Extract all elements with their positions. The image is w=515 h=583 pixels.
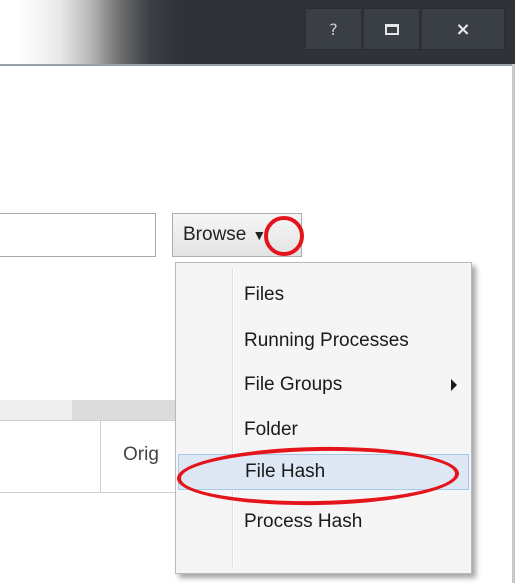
menu-item-file-groups[interactable]: File Groups: [178, 367, 469, 403]
maximize-button[interactable]: [363, 8, 420, 50]
maximize-icon: [384, 23, 399, 35]
help-icon: ?: [329, 19, 338, 39]
browse-dropdown-menu: Files Running Processes File Groups Fold…: [175, 262, 472, 574]
grid-column-header[interactable]: Orig: [123, 444, 178, 466]
menu-item-files[interactable]: Files: [178, 277, 469, 313]
help-button[interactable]: ?: [305, 8, 362, 50]
menu-item-folder[interactable]: Folder: [178, 412, 469, 448]
menu-item-process-hash[interactable]: Process Hash: [178, 504, 469, 540]
menu-item-label: Folder: [244, 419, 298, 440]
browse-button-label: Browse: [183, 224, 247, 245]
chevron-right-icon: [451, 379, 457, 391]
title-bar-divider: [0, 64, 515, 66]
menu-item-label: Running Processes: [244, 330, 409, 351]
grid-scroll-track: [72, 400, 175, 420]
menu-item-label: File Groups: [244, 374, 343, 395]
close-icon: ×: [455, 18, 471, 40]
menu-item-running-processes[interactable]: Running Processes: [178, 323, 469, 359]
grid-divider: [0, 420, 175, 421]
title-bar: ? ×: [0, 0, 515, 64]
close-button[interactable]: ×: [421, 8, 505, 50]
annotation-circle: [264, 216, 304, 256]
menu-item-label: Files: [244, 284, 285, 305]
grid-column-separator: [100, 420, 101, 492]
grid-divider: [0, 492, 175, 493]
menu-item-label: Process Hash: [244, 511, 363, 532]
path-input[interactable]: [0, 213, 156, 257]
